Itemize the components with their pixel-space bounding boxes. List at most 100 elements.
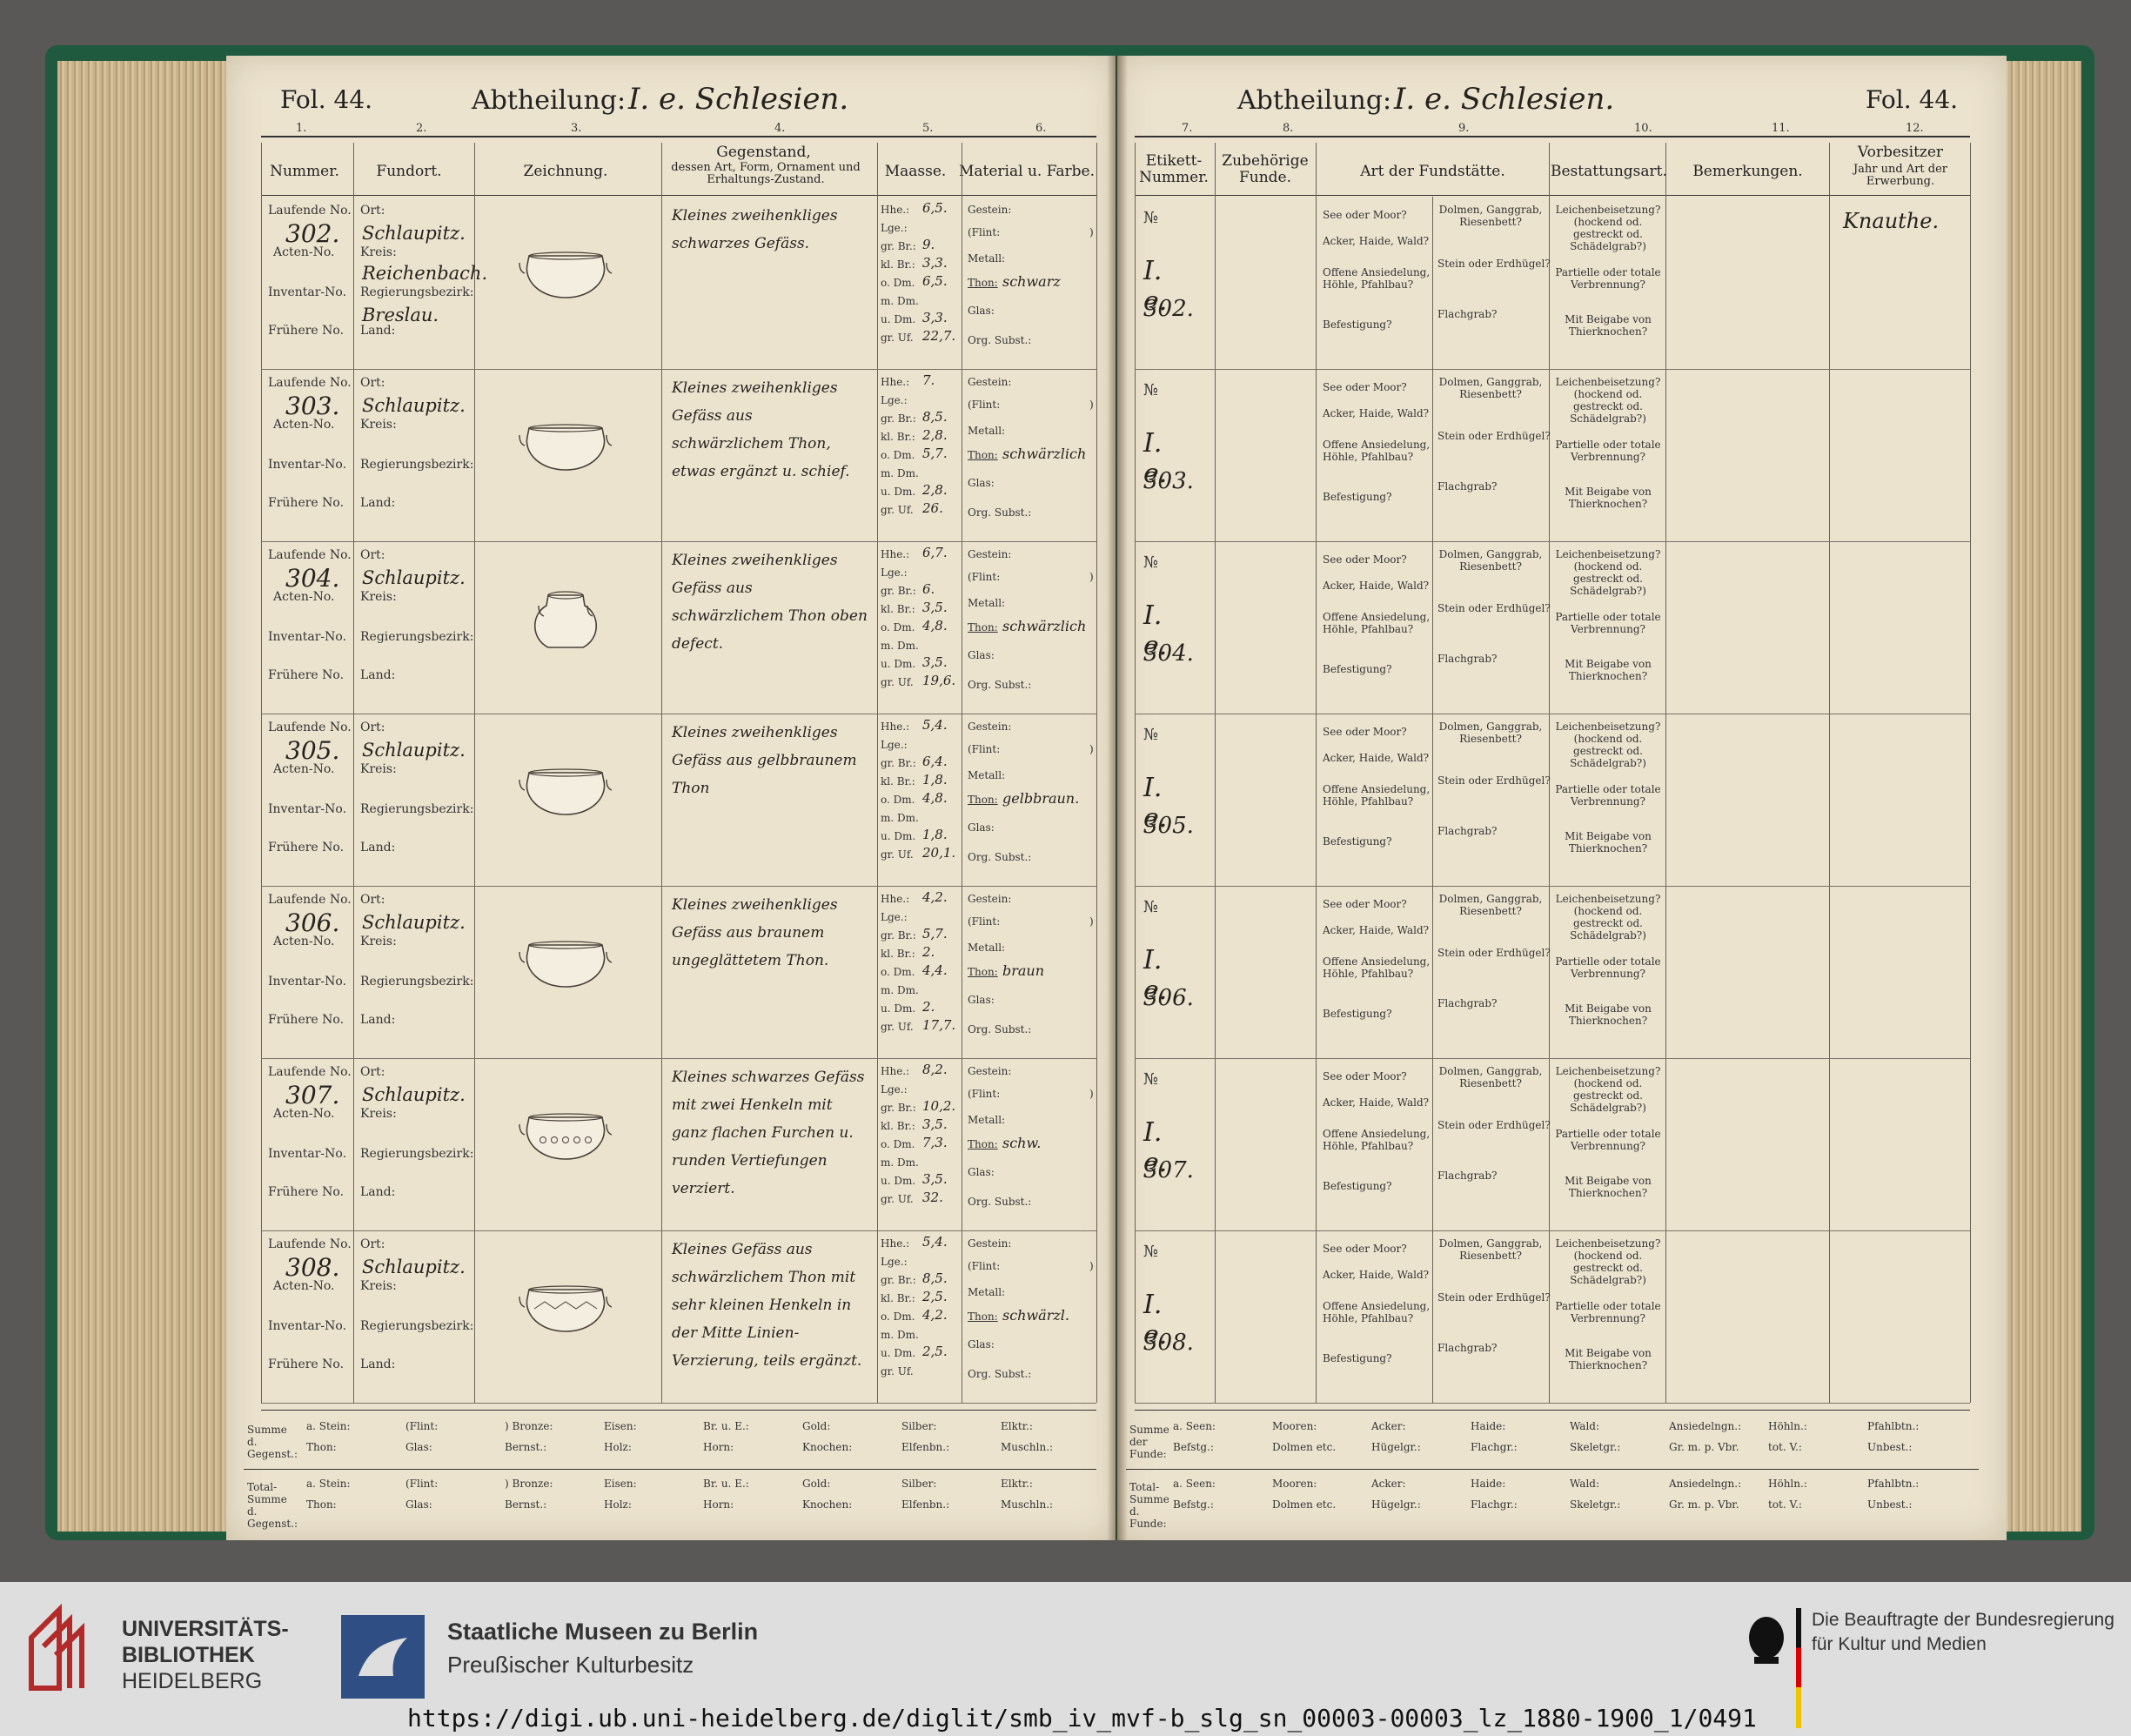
etikett-prefix: №: [1143, 1070, 1159, 1089]
vessel-drawing-icon: [519, 251, 613, 298]
left-column-rule: [661, 143, 662, 1403]
maasse-label: gr. Uf.: [881, 332, 914, 344]
regbez-label: Regierungsbezirk:: [360, 802, 474, 816]
maasse-value: 3,3.: [922, 255, 948, 271]
page-url[interactable]: https://digi.ub.uni-heidelberg.de/diglit…: [407, 1704, 1757, 1733]
ub-logo: [24, 1603, 104, 1695]
flint-close: ): [1089, 743, 1094, 755]
ort-value: Schlaupitz.: [362, 395, 466, 416]
left-total-bottom-item: Muschln.:: [1001, 1498, 1054, 1511]
ub-name-line2: BIBLIOTHEK: [122, 1643, 255, 1667]
laufende-number: 305.: [285, 736, 340, 765]
grab-dolmen: Dolmen, Ganggrab, Riesenbett?: [1438, 1237, 1543, 1262]
left-summe-top-item: Br. u. E.:: [703, 1420, 749, 1432]
fundstaette-befestigung: Befestigung?: [1323, 318, 1392, 331]
flint-label: (Flint:: [968, 399, 1001, 411]
maasse-label: u. Dm.: [881, 1175, 916, 1187]
flint-close: ): [1089, 1088, 1094, 1100]
maasse-value: 5,4.: [922, 717, 948, 733]
flint-label: (Flint:: [968, 1260, 1001, 1272]
bestattung-leiche: Leichenbeisetzung? (hockend od. gestreck…: [1555, 1237, 1661, 1286]
header-gegenstand: Gegenstand,: [716, 144, 811, 161]
bkm-flag-bar: [1796, 1608, 1801, 1728]
fundstaette-ansiedelung: Offene Ansiedelung, Höhle, Pfahlbau?: [1323, 1300, 1431, 1324]
maasse-label: m. Dm.: [881, 984, 919, 996]
left-total-bottom-item: Horn:: [703, 1498, 734, 1511]
smb-logo: [341, 1615, 425, 1699]
left-total-top-item: Gold:: [802, 1478, 831, 1490]
right-summe-label: Summe der Funde:: [1129, 1424, 1169, 1460]
etikett-number: 305.: [1143, 813, 1194, 839]
right-summe-bottom-item: Gr. m. p. Vbr.: [1669, 1441, 1739, 1453]
maasse-label: gr. Br.:: [881, 585, 916, 597]
laufende-number: 307.: [285, 1081, 340, 1109]
fundstaette-ansiedelung: Offene Ansiedelung, Höhle, Pfahlbau?: [1323, 783, 1431, 808]
left-fol: Fol. 44.: [280, 85, 373, 114]
grab-huegel: Stein oder Erdhügel?: [1437, 774, 1551, 787]
right-total-top-item: Ansiedelngn.:: [1669, 1478, 1742, 1490]
right-column-number: 10.: [1634, 122, 1652, 135]
bestattung-leiche: Leichenbeisetzung? (hockend od. gestreck…: [1555, 548, 1661, 597]
fundstaette-acker: Acker, Haide, Wald?: [1323, 235, 1430, 247]
left-summe-bottom-item: Thon:: [306, 1441, 337, 1453]
right-summary-mid-rule: [1126, 1469, 1979, 1470]
org-subst-label: Org. Subst.:: [968, 1368, 1032, 1380]
maasse-value: 32.: [922, 1190, 943, 1205]
header-vorbesitzer-sub: Jahr und Art der Erwerbung.: [1853, 163, 1948, 189]
fundstaette-befestigung: Befestigung?: [1323, 491, 1392, 503]
bkm-name-line2: für Kultur und Medien: [1812, 1634, 1987, 1654]
left-total-bottom-item: Glas:: [405, 1498, 432, 1511]
kreis-label: Kreis:: [360, 245, 397, 259]
maasse-label: Hhe.:: [881, 1065, 910, 1077]
grab-huegel: Stein oder Erdhügel?: [1437, 947, 1551, 959]
right-summe-top-item: Höhln.:: [1768, 1420, 1807, 1432]
fundstaette-split: [1432, 1230, 1433, 1403]
left-column-rule: [1096, 143, 1097, 1403]
bestattung-thierknochen: Mit Beigabe von Thierknochen?: [1565, 1347, 1652, 1371]
acten-label: Acten-No.: [273, 418, 335, 432]
grab-huegel: Stein oder Erdhügel?: [1437, 602, 1551, 614]
bestattung-leiche: Leichenbeisetzung? (hockend od. gestreck…: [1555, 204, 1661, 252]
maasse-value: 7,3.: [922, 1135, 948, 1150]
laufende-number: 308.: [285, 1253, 340, 1282]
ort-value: Schlaupitz.: [362, 912, 466, 933]
inventar-label: Inventar-No.: [268, 802, 347, 816]
metall-label: Metall:: [968, 425, 1006, 437]
maasse-label: kl. Br.:: [881, 1292, 915, 1304]
right-abtheilung-value: I. e. Schlesien.: [1394, 82, 1615, 117]
kreis-label: Kreis:: [360, 935, 397, 948]
maasse-label: gr. Br.:: [881, 1102, 916, 1114]
gegenstand-description: Kleines zweihenkliges Gefäss aus schwärz…: [672, 552, 868, 653]
maasse-value: 3,5.: [922, 1171, 948, 1187]
acten-label: Acten-No.: [273, 1107, 335, 1121]
maasse-label: gr. Uf.: [881, 676, 914, 688]
left-summe-top-item: (Flint:: [405, 1420, 439, 1432]
header-bestattung: Bestattungsart.: [1551, 163, 1667, 180]
right-summe-top-item: Ansiedelngn.:: [1669, 1420, 1742, 1432]
maasse-label: kl. Br.:: [881, 603, 915, 615]
right-column-rule: [1316, 143, 1317, 1403]
etikett-prefix: №: [1143, 898, 1159, 916]
maasse-value: 3,5.: [922, 1116, 948, 1132]
fundstaette-see: See oder Moor?: [1323, 1070, 1407, 1082]
bestattung-verbrennung: Partielle oder totale Verbrennung?: [1555, 1128, 1661, 1152]
left-column-rule: [261, 143, 262, 1403]
glas-label: Glas:: [968, 994, 995, 1006]
etikett-number: 307.: [1143, 1157, 1194, 1183]
maasse-label: u. Dm.: [881, 486, 916, 498]
fundstaette-befestigung: Befestigung?: [1323, 663, 1392, 675]
left-summe-bottom-item: Bernst.:: [505, 1441, 547, 1453]
fundstaette-befestigung: Befestigung?: [1323, 1180, 1392, 1192]
grab-flach: Flachgrab?: [1437, 997, 1498, 1009]
right-column-number: 9.: [1458, 122, 1470, 135]
smb-name-line1: Staatliche Museen zu Berlin: [447, 1619, 759, 1645]
grab-dolmen: Dolmen, Ganggrab, Riesenbett?: [1438, 376, 1543, 400]
maasse-value: 3,3.: [922, 310, 948, 325]
left-row-rule: [261, 1058, 1096, 1059]
maasse-value: 5,7.: [922, 446, 948, 461]
right-row-rule: [1135, 1058, 1970, 1059]
maasse-value: 6,7.: [922, 545, 948, 560]
grab-huegel: Stein oder Erdhügel?: [1437, 258, 1551, 270]
maasse-value: 7.: [922, 372, 935, 388]
right-summe-top-item: Pfahlbtn.:: [1867, 1420, 1920, 1432]
